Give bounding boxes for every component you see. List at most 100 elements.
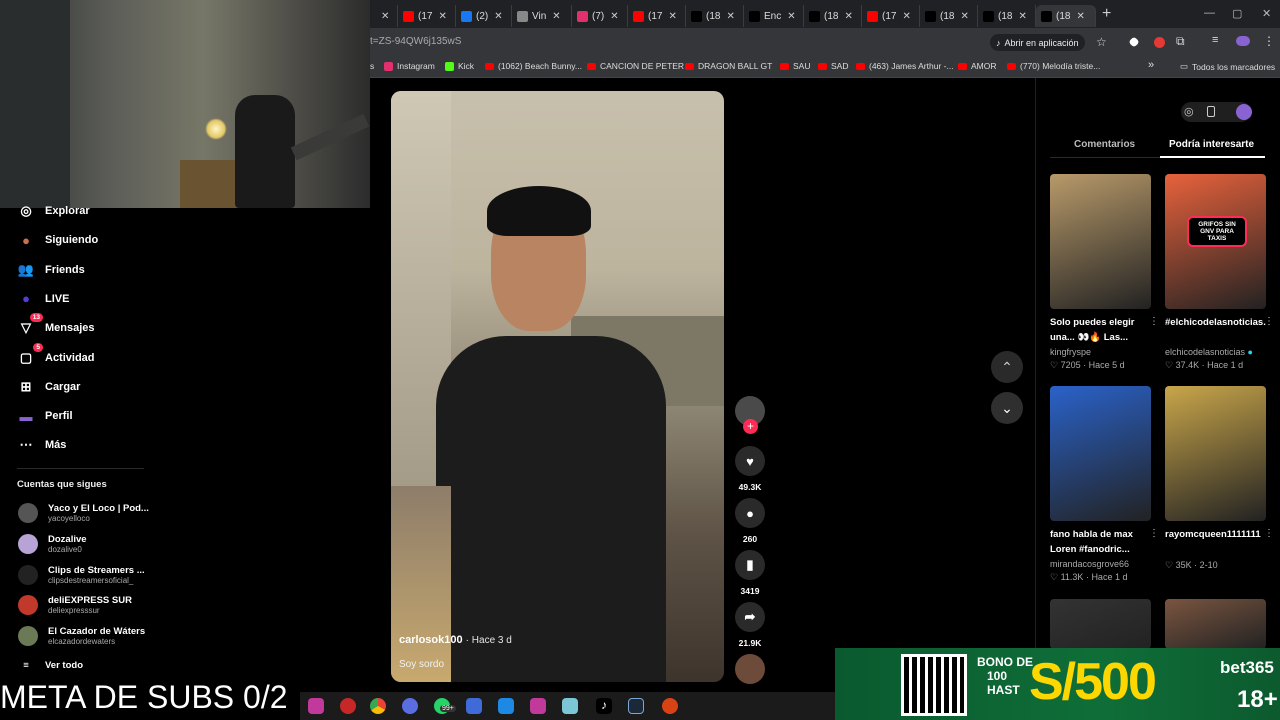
browser-tab[interactable]: (7) ✕ xyxy=(572,5,628,27)
phone-icon[interactable] xyxy=(1207,106,1215,117)
video-thumbnail[interactable] xyxy=(1050,174,1151,309)
menu-dots-icon[interactable]: ⋮ xyxy=(1263,34,1275,48)
video-thumbnail[interactable] xyxy=(1050,599,1151,649)
prev-video-button[interactable]: ⌃ xyxy=(991,351,1023,383)
record-icon[interactable] xyxy=(340,698,356,714)
close-tab-icon[interactable]: ✕ xyxy=(552,11,560,22)
browser-tab[interactable]: (18 ✕ xyxy=(920,5,978,27)
browser-tab[interactable]: (18 ✕ xyxy=(1036,5,1096,27)
bookmark-item[interactable]: Instagram xyxy=(384,61,435,71)
bookmark-item[interactable]: SAU xyxy=(780,61,810,71)
like-action[interactable]: ♥ 49.3K xyxy=(735,446,765,492)
browser-tab[interactable]: (17 ✕ xyxy=(628,5,686,27)
open-in-app-button[interactable]: ♪ Abrir en aplicación xyxy=(990,34,1085,51)
app2-icon[interactable] xyxy=(530,698,546,714)
url-field[interactable]: t=ZS-94QW6j135wS xyxy=(370,36,461,47)
recommended-video-card[interactable] xyxy=(1165,599,1266,649)
discord-icon[interactable] xyxy=(402,698,418,714)
card-title[interactable]: Solo puedes elegir una... 👀🔥 Las... xyxy=(1050,315,1151,345)
video-thumbnail[interactable] xyxy=(1165,599,1266,649)
sound-disc-icon[interactable] xyxy=(735,654,765,684)
bookmark-star-icon[interactable]: ☆ xyxy=(1096,35,1107,49)
bet365-ad[interactable]: BONO DE 100 HAST S/500 bet365 18+ xyxy=(835,648,1280,720)
sidebar-item-ms[interactable]: ⋯ Más xyxy=(17,436,67,454)
panel-avatar-icon[interactable] xyxy=(1236,104,1252,120)
close-tab-icon[interactable]: ✕ xyxy=(787,11,795,22)
sidebar-item-actividad[interactable]: ▢ 5 Actividad xyxy=(17,342,95,367)
browser-tab[interactable]: Enc ✕ xyxy=(744,5,804,27)
comment-icon[interactable]: ● xyxy=(735,498,765,528)
steam-icon[interactable] xyxy=(628,698,644,714)
card-username[interactable]: elchicodelasnoticias ● xyxy=(1165,347,1266,357)
maximize-button[interactable]: ▢ xyxy=(1232,7,1242,20)
close-tab-icon[interactable]: ✕ xyxy=(494,11,502,22)
comment-action[interactable]: ● 260 xyxy=(735,498,765,544)
bookmark-item[interactable]: AMOR xyxy=(958,61,997,71)
bookmark-item[interactable]: (463) James Arthur -... xyxy=(856,61,954,71)
sidebar-item-explorar[interactable]: ◎ Explorar xyxy=(17,202,89,220)
word-icon[interactable] xyxy=(498,698,514,714)
recommended-video-card[interactable]: Solo puedes elegir una... 👀🔥 Las... ⋮ king… xyxy=(1050,174,1159,371)
browser-tab[interactable]: (18 ✕ xyxy=(686,5,744,27)
see-all-button[interactable]: ≡ Ver todo xyxy=(17,660,83,671)
obs-icon[interactable] xyxy=(662,698,678,714)
browser-tab[interactable]: (17 ✕ xyxy=(398,5,456,27)
video-thumbnail[interactable] xyxy=(1165,386,1266,521)
tiktok-app-icon[interactable]: ♪ xyxy=(596,698,612,714)
next-video-button[interactable]: ⌄ xyxy=(991,392,1023,424)
notes-icon[interactable] xyxy=(562,698,578,714)
extension-icon[interactable] xyxy=(1128,36,1140,48)
browser-tab[interactable]: (18 ✕ xyxy=(804,5,862,27)
chrome-icon[interactable] xyxy=(370,698,386,714)
video-thumbnail[interactable] xyxy=(1050,386,1151,521)
video-player[interactable]: carlosok100 · Hace 3 d Soy sordo xyxy=(391,91,724,682)
new-tab-button[interactable]: + xyxy=(1102,5,1111,23)
card-menu-icon[interactable]: ⋮ xyxy=(1264,528,1274,539)
heart-icon[interactable]: ♥ xyxy=(735,446,765,476)
bookmark-item[interactable]: CANCION DE PETER xyxy=(587,61,684,71)
card-title[interactable]: #elchicodelasnoticias... xyxy=(1165,315,1266,345)
share-action[interactable]: ➦ 21.9K xyxy=(735,602,765,648)
bookmark-item[interactable]: (1062) Beach Bunny... xyxy=(485,61,582,71)
card-menu-icon[interactable]: ⋮ xyxy=(1149,316,1159,327)
calculator-icon[interactable] xyxy=(466,698,482,714)
save-action[interactable]: ▮ 3419 xyxy=(735,550,765,596)
minimize-button[interactable]: — xyxy=(1204,7,1215,19)
app-icon[interactable] xyxy=(308,698,324,714)
close-tab-icon[interactable]: ✕ xyxy=(668,11,676,22)
share-icon[interactable]: ➦ xyxy=(735,602,765,632)
tab-recommend[interactable]: Podría interesarte xyxy=(1169,139,1254,150)
follow-plus-icon[interactable]: + xyxy=(743,419,758,434)
settings-circle-icon[interactable]: ◎ xyxy=(1184,105,1194,118)
followed-account[interactable]: deliEXPRESS SUR deliexpresssur xyxy=(18,595,132,616)
close-tab-icon[interactable]: ✕ xyxy=(381,11,389,22)
close-tab-icon[interactable]: ✕ xyxy=(610,11,618,22)
sidebar-item-cargar[interactable]: ⊞ Cargar xyxy=(17,378,81,396)
close-tab-icon[interactable]: ✕ xyxy=(902,11,910,22)
bookmark-icon[interactable]: ▮ xyxy=(735,550,765,580)
more-bookmarks-button[interactable]: » xyxy=(1148,59,1154,71)
close-tab-icon[interactable]: ✕ xyxy=(1076,11,1084,22)
card-title[interactable]: fano habla de max Loren #fanodric... xyxy=(1050,527,1151,557)
tab-comments[interactable]: Comentarios xyxy=(1074,139,1135,150)
bookmark-item[interactable]: s xyxy=(370,61,374,71)
recommended-video-card[interactable] xyxy=(1050,599,1151,649)
video-thumbnail[interactable]: GRIFOS SIN GNV PARA TAXIS xyxy=(1165,174,1266,309)
browser-tab[interactable]: (2) ✕ xyxy=(456,5,512,27)
reading-list-icon[interactable]: ≡ xyxy=(1212,34,1218,46)
followed-account[interactable]: Clips de Streamers ... clipsdestreamersof… xyxy=(18,564,145,585)
close-tab-icon[interactable]: ✕ xyxy=(844,11,852,22)
sidebar-item-mensajes[interactable]: ▽ 13 Mensajes xyxy=(17,313,95,337)
card-username[interactable]: kingfryspe xyxy=(1050,347,1151,357)
puzzle-icon[interactable]: ⧉ xyxy=(1176,34,1185,49)
followed-account[interactable]: Dozalive dozalive0 xyxy=(18,533,87,554)
card-title[interactable]: rayomcqueen1111111 xyxy=(1165,527,1266,557)
sidebar-item-live[interactable]: ● LIVE xyxy=(17,290,69,308)
close-tab-icon[interactable]: ✕ xyxy=(960,11,968,22)
followed-account[interactable]: Yaco y El Loco | Pod... yacoyelloco xyxy=(18,503,149,523)
browser-tab[interactable]: Vin ✕ xyxy=(512,5,572,27)
browser-tab[interactable]: (17 ✕ xyxy=(862,5,920,27)
video-author[interactable]: carlosok100 xyxy=(399,634,463,646)
card-menu-icon[interactable]: ⋮ xyxy=(1149,528,1159,539)
bookmark-item[interactable]: (770) Melodía triste... xyxy=(1007,61,1100,71)
